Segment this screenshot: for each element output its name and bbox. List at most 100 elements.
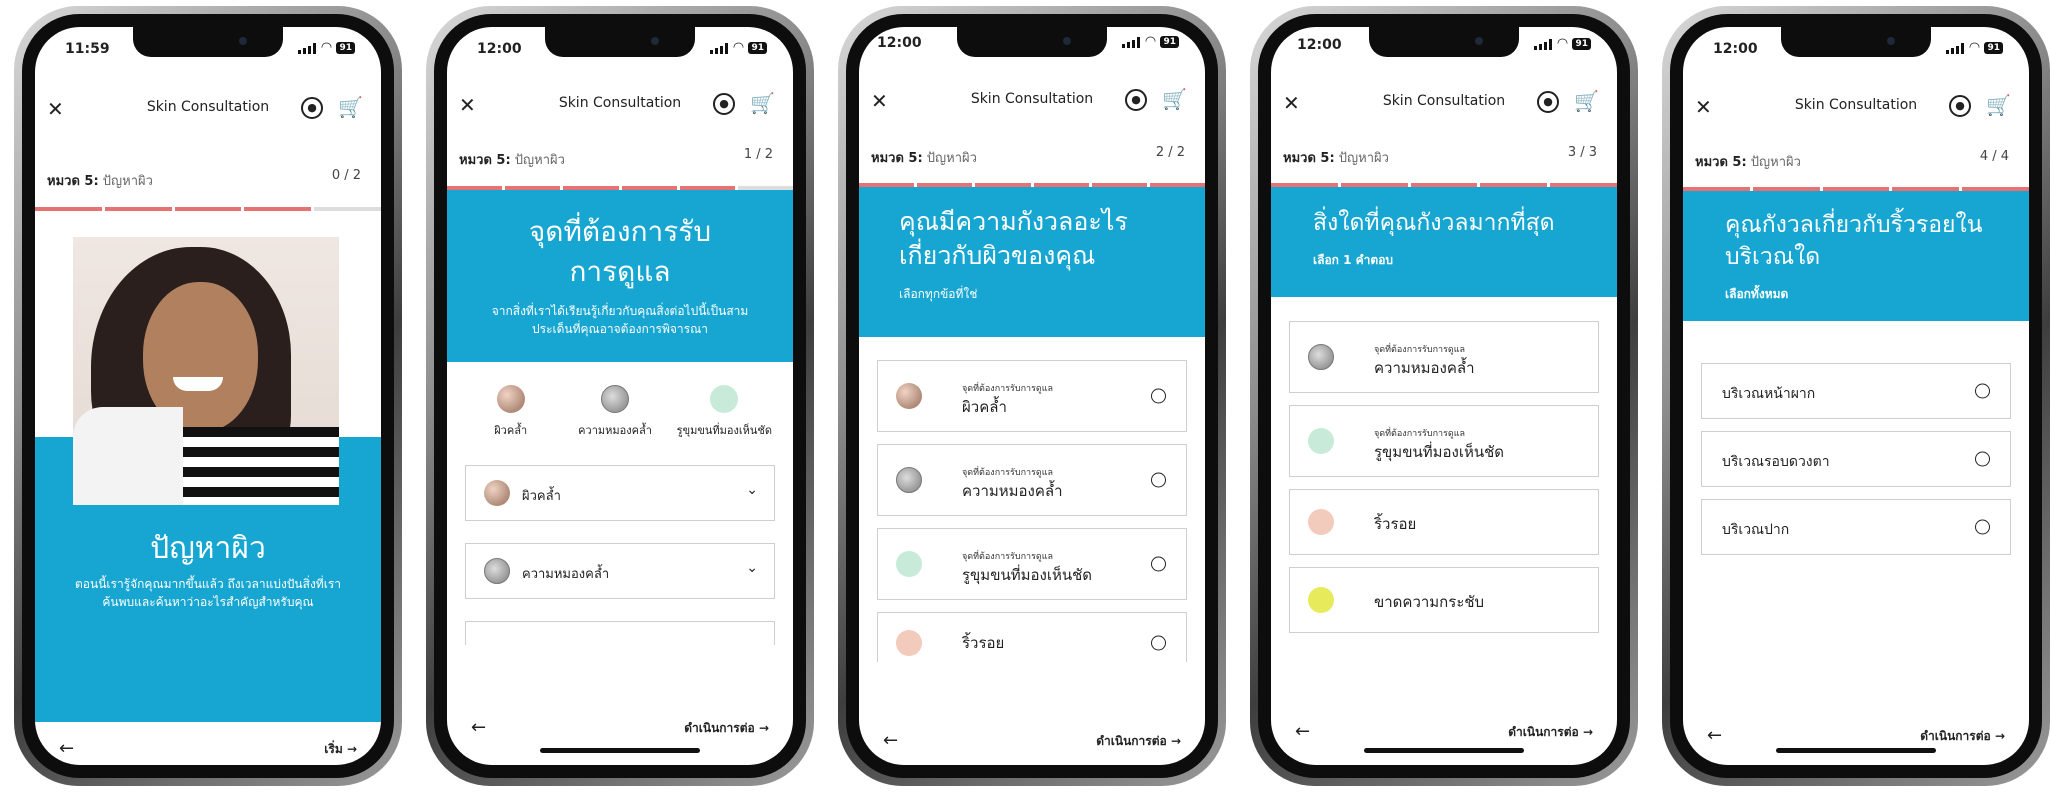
battery-icon: 91 (336, 42, 355, 54)
account-icon[interactable]: ● (1537, 91, 1559, 113)
dullness-icon (1308, 344, 1334, 370)
option-label: ความหมองคล้ำ (962, 482, 1063, 500)
accordion-item[interactable]: ผิวคล้ำ ⌄ (465, 465, 775, 521)
arrow-left-icon[interactable]: ← (471, 717, 486, 738)
screen-intro: 11:59 ◠ 91 ✕ Skin Consultation ● 🛒 หมวด … (35, 27, 381, 765)
header-title: Skin Consultation (558, 95, 682, 111)
hero-photo (73, 237, 339, 505)
next-button[interactable]: ดำเนินการต่อ → (1920, 727, 2005, 746)
option-card[interactable]: ริ้วรอย (1289, 489, 1599, 555)
status-time: 12:00 (477, 41, 522, 57)
option-label: ความหมองคล้ำ (1374, 359, 1475, 377)
option-tag: จุดที่ต้องการรับการดูแล (962, 384, 1054, 394)
section-header: หมวด 5: ปัญหาผิว 2 / 2 (871, 145, 1193, 168)
next-label: ดำเนินการต่อ (684, 721, 755, 735)
arrow-left-icon[interactable]: ← (883, 730, 898, 751)
section-name: ปัญหาผิว (1338, 151, 1389, 166)
accordion-item[interactable]: ความหมองคล้ำ ⌄ (465, 543, 775, 599)
radio-button[interactable] (1151, 388, 1166, 404)
option-card[interactable]: จุดที่ต้องการรับการดูแล ความหมองคล้ำ (1289, 321, 1599, 393)
cart-icon[interactable]: 🛒 (1986, 93, 2011, 117)
next-button[interactable]: ดำเนินการต่อ → (1096, 732, 1181, 751)
wifi-icon: ◠ (321, 40, 332, 55)
option-card[interactable]: บริเวณปาก (1701, 499, 2011, 555)
smile-shape (173, 377, 223, 391)
section-header: หมวด 5: ปัญหาผิว 4 / 4 (1695, 149, 2017, 172)
accordion-item-partial[interactable] (465, 621, 775, 645)
option-card[interactable]: บริเวณรอบดวงตา (1701, 431, 2011, 487)
dullness-icon (484, 558, 510, 584)
section-label: หมวด 5: (459, 153, 511, 168)
arrow-left-icon[interactable]: ← (59, 738, 74, 759)
bottom-nav: ← ดำเนินการต่อ → (859, 722, 1205, 762)
cart-icon[interactable]: 🛒 (1162, 87, 1187, 111)
screen-title: สิ่งใดที่คุณกังวลมากที่สุด (1313, 210, 1555, 236)
title-panel: คุณมีความกังวลอะไรเกี่ยวกับผิวของคุณ เลื… (859, 187, 1205, 337)
accordion-label: ผิวคล้ำ (522, 489, 561, 504)
radio-button[interactable] (1151, 635, 1166, 651)
wifi-icon: ◠ (1557, 36, 1568, 51)
concern-label: ผิวคล้ำ (494, 424, 528, 437)
phone-bezel: 12:00 ◠ 91 ✕ Skin Consultation ● 🛒 หมวด … (1670, 14, 2042, 778)
header: ✕ Skin Consultation ● 🛒 (1271, 87, 1617, 121)
next-button[interactable]: ดำเนินการต่อ → (1508, 723, 1593, 742)
concern-chip-2: ความหมองคล้ำ (560, 385, 669, 439)
screen-title: จุดที่ต้องการรับการดูแล (528, 215, 712, 288)
section-name: ปัญหาผิว (514, 153, 565, 168)
next-button[interactable]: ดำเนินการต่อ → (684, 719, 769, 738)
notch (1369, 27, 1519, 57)
cart-icon[interactable]: 🛒 (338, 95, 363, 119)
arrow-right-icon: → (346, 742, 357, 756)
bottom-nav: ← ดำเนินการต่อ → (447, 709, 793, 749)
phone-bezel: 12:00 ◠ 91 ✕ Skin Consultation ● 🛒 หมวด … (1258, 14, 1630, 778)
next-button[interactable]: เริ่ม → (324, 740, 357, 759)
option-card[interactable]: จุดที่ต้องการรับการดูแล ผิวคล้ำ (877, 360, 1187, 432)
radio-button[interactable] (1975, 519, 1990, 535)
option-card[interactable]: จุดที่ต้องการรับการดูแล รูขุมขนที่มองเห็… (877, 528, 1187, 600)
section-name: ปัญหาผิว (1750, 155, 1801, 170)
radio-button[interactable] (1151, 472, 1166, 488)
radio-button[interactable] (1975, 383, 1990, 399)
header: ✕ Skin Consultation ● 🛒 (859, 85, 1205, 119)
status-icons: ◠ 91 (298, 40, 355, 55)
header: ✕ Skin Consultation ● 🛒 (35, 93, 381, 127)
account-icon[interactable]: ● (1949, 95, 1971, 117)
option-card[interactable]: ริ้วรอย (877, 612, 1187, 662)
section-label: หมวด 5: (1283, 151, 1335, 166)
cart-icon[interactable]: 🛒 (750, 91, 775, 115)
phone-4: 12:00 ◠ 91 ✕ Skin Consultation ● 🛒 หมวด … (1250, 6, 1638, 786)
next-label: ดำเนินการต่อ (1096, 734, 1167, 748)
signal-icon (1122, 36, 1141, 48)
arrow-right-icon: → (1170, 734, 1181, 748)
step-count: 4 / 4 (1979, 149, 2009, 164)
radio-button[interactable] (1151, 556, 1166, 572)
arrow-left-icon[interactable]: ← (1707, 725, 1722, 746)
screen-concerns: 12:00 ◠ 91 ✕ Skin Consultation ● 🛒 หมวด … (859, 27, 1205, 765)
option-card[interactable]: จุดที่ต้องการรับการดูแล รูขุมขนที่มองเห็… (1289, 405, 1599, 477)
home-indicator (540, 748, 700, 753)
progress-bar (35, 207, 381, 211)
option-label: รูขุมขนที่มองเห็นชัด (962, 566, 1093, 584)
pores-icon (1308, 428, 1334, 454)
dark-spot-icon (484, 480, 510, 506)
dullness-icon (896, 467, 922, 493)
option-card[interactable]: บริเวณหน้าผาก (1701, 363, 2011, 419)
notch (133, 27, 283, 57)
screen-title: คุณกังวลเกี่ยวกับริ้วรอยในบริเวณใด (1725, 212, 1983, 270)
camera-icon (239, 37, 247, 45)
battery-icon: 91 (1984, 42, 2003, 54)
option-card[interactable]: จุดที่ต้องการรับการดูแล ความหมองคล้ำ (877, 444, 1187, 516)
header: ✕ Skin Consultation ● 🛒 (447, 89, 793, 123)
account-icon[interactable]: ● (1125, 89, 1147, 111)
section-name: ปัญหาผิว (926, 151, 977, 166)
bottom-nav: ← เริ่ม → (35, 730, 381, 765)
arrow-left-icon[interactable]: ← (1295, 721, 1310, 742)
signal-icon (710, 42, 729, 54)
account-icon[interactable]: ● (301, 97, 323, 119)
option-card[interactable]: ขาดความกระชับ (1289, 567, 1599, 633)
account-icon[interactable]: ● (713, 93, 735, 115)
cart-icon[interactable]: 🛒 (1574, 89, 1599, 113)
section-header: หมวด 5: ปัญหาผิว 3 / 3 (1283, 145, 1605, 168)
radio-button[interactable] (1975, 451, 1990, 467)
section-label: หมวด 5: (47, 174, 99, 189)
